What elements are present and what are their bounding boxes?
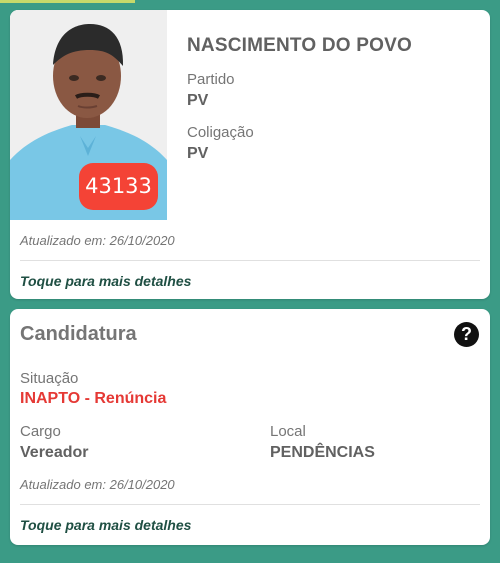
candidate-name: NASCIMENTO DO POVO: [187, 35, 412, 56]
status-value: INAPTO - Renúncia: [20, 390, 167, 407]
candidacy-divider: [20, 504, 480, 505]
candidacy-updated-date: Atualizado em: 26/10/2020: [20, 477, 175, 492]
office-label: Cargo: [20, 423, 61, 440]
top-accent-bar: [0, 0, 135, 3]
candidacy-title: Candidatura: [20, 323, 137, 345]
location-label: Local: [270, 423, 306, 440]
candidacy-details-link[interactable]: Toque para mais detalhes: [20, 517, 191, 533]
candidate-divider: [20, 260, 480, 261]
location-value: PENDÊNCIAS: [270, 444, 375, 461]
coalition-label: Coligação: [187, 124, 254, 141]
coalition-value: PV: [187, 145, 209, 162]
candidate-card[interactable]: 43133 NASCIMENTO DO POVO Partido PV Coli…: [10, 10, 490, 299]
party-label: Partido: [187, 71, 235, 88]
help-icon[interactable]: ?: [454, 322, 479, 347]
candidate-number-badge: 43133: [79, 163, 158, 210]
candidate-details-link[interactable]: Toque para mais detalhes: [20, 273, 191, 289]
office-value: Vereador: [20, 444, 89, 461]
candidacy-card[interactable]: Candidatura ? Situação INAPTO - Renúncia…: [10, 309, 490, 545]
status-label: Situação: [20, 370, 79, 387]
candidate-updated-date: Atualizado em: 26/10/2020: [20, 233, 175, 248]
party-value: PV: [187, 92, 209, 109]
